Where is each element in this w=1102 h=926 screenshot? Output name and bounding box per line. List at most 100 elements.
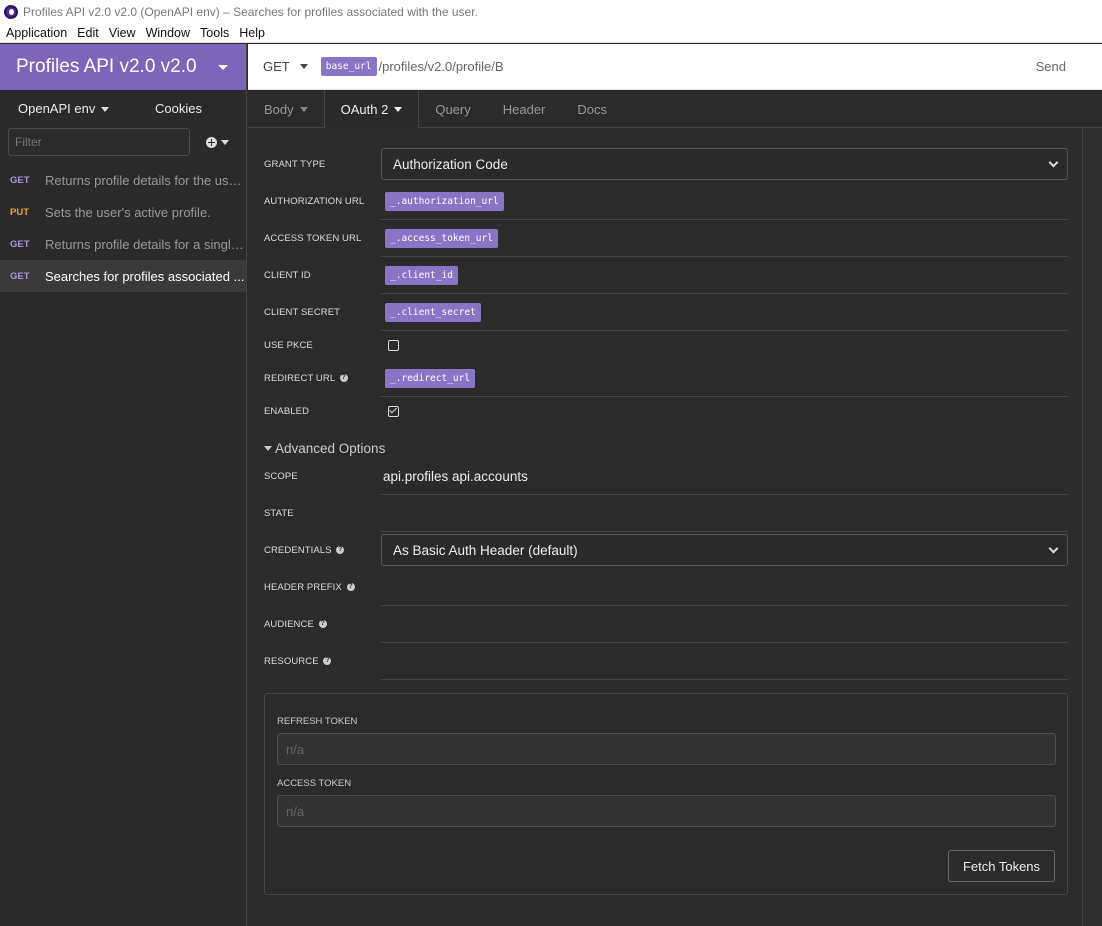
redirect-url-field[interactable]: _.redirect_url xyxy=(381,360,1068,397)
sidebar: Profiles API v2.0 v2.0 OpenAPI env Cooki… xyxy=(0,44,247,926)
redirect-url-tag[interactable]: _.redirect_url xyxy=(385,368,476,388)
tab-body-label: Body xyxy=(264,101,294,117)
menu-help[interactable]: Help xyxy=(239,26,265,40)
tab-docs[interactable]: Docs xyxy=(561,90,623,128)
client-secret-row: CLIENT SECRET _.client_secret xyxy=(264,294,1068,331)
refresh-token-input[interactable]: n/a xyxy=(277,733,1056,765)
plus-circle-icon xyxy=(206,136,217,148)
request-label: Returns profile details for the use... xyxy=(45,172,246,188)
access-token-url-field[interactable]: _.access_token_url xyxy=(381,220,1068,257)
request-item[interactable]: GET Returns profile details for a single… xyxy=(0,228,246,260)
use-pkce-row: USE PKCE xyxy=(264,331,1068,360)
header-prefix-input[interactable] xyxy=(381,569,1068,606)
use-pkce-checkbox[interactable] xyxy=(388,340,399,351)
environment-dropdown[interactable]: OpenAPI env xyxy=(18,100,110,116)
tab-oauth[interactable]: OAuth 2 xyxy=(323,90,420,129)
request-tabs: Body OAuth 2 Query Header Docs xyxy=(248,90,1102,129)
send-button[interactable]: Send xyxy=(1036,59,1066,74)
state-input[interactable] xyxy=(381,495,1068,532)
client-secret-tag[interactable]: _.client_secret xyxy=(385,302,481,322)
resource-label-text: RESOURCE xyxy=(264,656,319,667)
filter-row: Filter xyxy=(0,126,246,158)
resource-row: RESOURCE ? xyxy=(264,643,1068,680)
state-label: STATE xyxy=(264,508,294,519)
authorization-url-label: AUTHORIZATION URL xyxy=(264,196,365,207)
advanced-options-toggle[interactable]: Advanced Options xyxy=(264,441,385,456)
advanced-options-label: Advanced Options xyxy=(275,441,386,456)
chevron-down-icon xyxy=(1048,543,1059,553)
fetch-tokens-button[interactable]: Fetch Tokens xyxy=(948,850,1055,882)
audience-label-text: AUDIENCE xyxy=(264,619,314,630)
request-item-active[interactable]: GET Searches for profiles associated ... xyxy=(0,260,246,292)
url-bar: GET base_url /profiles/v2.0/profile/B Se… xyxy=(248,44,1102,90)
access-token-label: ACCESS TOKEN xyxy=(277,778,352,789)
grant-type-select[interactable]: Authorization Code xyxy=(381,148,1068,180)
add-request-button[interactable] xyxy=(206,136,229,148)
method-dropdown[interactable]: GET xyxy=(263,59,308,74)
url-input[interactable]: /profiles/v2.0/profile/B xyxy=(379,59,504,74)
scrollbar-track[interactable] xyxy=(1083,128,1102,926)
tokens-panel: REFRESH TOKEN n/a ACCESS TOKEN n/a Fetch… xyxy=(264,693,1068,895)
caret-down-icon xyxy=(264,446,272,451)
tab-header[interactable]: Header xyxy=(487,90,562,128)
tab-query[interactable]: Query xyxy=(419,90,486,128)
workspace-dropdown[interactable]: Profiles API v2.0 v2.0 xyxy=(0,44,246,90)
cookies-button[interactable]: Cookies xyxy=(155,101,202,116)
request-label: Returns profile details for a single... xyxy=(45,236,246,252)
request-method: GET xyxy=(10,270,30,282)
method-label: GET xyxy=(263,59,290,74)
chevron-down-icon xyxy=(101,106,110,112)
access-token-url-tag[interactable]: _.access_token_url xyxy=(385,228,498,248)
access-token-url-label: ACCESS TOKEN URL xyxy=(264,233,362,244)
authorization-url-field[interactable]: _.authorization_url xyxy=(381,183,1068,220)
menu-window[interactable]: Window xyxy=(146,26,190,40)
help-icon[interactable]: ? xyxy=(339,374,348,383)
request-method: GET xyxy=(10,238,30,250)
request-label: Searches for profiles associated ... xyxy=(45,268,245,284)
help-icon[interactable]: ? xyxy=(336,545,345,554)
credentials-select[interactable]: As Basic Auth Header (default) xyxy=(381,534,1068,566)
refresh-token-label: REFRESH TOKEN xyxy=(277,716,358,727)
environment-label: OpenAPI env xyxy=(18,100,96,116)
tab-body[interactable]: Body xyxy=(248,90,324,128)
redirect-url-label: REDIRECT URL ? xyxy=(264,373,381,384)
credentials-label: CREDENTIALS ? xyxy=(264,545,381,556)
authorization-url-tag[interactable]: _.authorization_url xyxy=(385,191,504,211)
enabled-row: ENABLED xyxy=(264,397,1068,426)
use-pkce-label: USE PKCE xyxy=(264,340,313,351)
client-id-field[interactable]: _.client_id xyxy=(381,257,1068,294)
help-icon[interactable]: ? xyxy=(323,657,332,666)
chevron-down-icon xyxy=(1048,157,1059,167)
header-prefix-label: HEADER PREFIX ? xyxy=(264,582,381,593)
credentials-row: CREDENTIALS ? As Basic Auth Header (defa… xyxy=(264,534,1068,566)
client-id-tag[interactable]: _.client_id xyxy=(385,265,458,285)
client-secret-field[interactable]: _.client_secret xyxy=(381,294,1068,331)
audience-input[interactable] xyxy=(381,606,1068,643)
redirect-url-label-text: REDIRECT URL xyxy=(264,373,335,384)
client-secret-label: CLIENT SECRET xyxy=(264,307,341,318)
workspace-title: Profiles API v2.0 v2.0 xyxy=(16,56,197,77)
chevron-down-icon xyxy=(394,107,403,112)
header-prefix-label-text: HEADER PREFIX xyxy=(264,582,342,593)
request-method: GET xyxy=(10,174,30,186)
chevron-down-icon xyxy=(221,139,229,145)
help-icon[interactable]: ? xyxy=(346,583,355,592)
help-icon[interactable]: ? xyxy=(318,620,327,629)
access-token-url-row: ACCESS TOKEN URL _.access_token_url xyxy=(264,220,1068,257)
menu-tools[interactable]: Tools xyxy=(200,26,229,40)
grant-type-row: GRANT TYPE Authorization Code xyxy=(264,148,1068,180)
menu-view[interactable]: View xyxy=(109,26,136,40)
access-token-input[interactable]: n/a xyxy=(277,795,1056,827)
scope-input[interactable]: api.profiles api.accounts xyxy=(381,458,1068,495)
request-method: PUT xyxy=(10,206,29,218)
resource-input[interactable] xyxy=(381,643,1068,680)
request-item[interactable]: PUT Sets the user's active profile. xyxy=(0,196,246,228)
filter-input[interactable]: Filter xyxy=(8,128,190,156)
enabled-checkbox[interactable] xyxy=(388,406,399,417)
request-list: GET Returns profile details for the use.… xyxy=(0,164,246,292)
menu-edit[interactable]: Edit xyxy=(77,26,99,40)
client-id-row: CLIENT ID _.client_id xyxy=(264,257,1068,294)
request-item[interactable]: GET Returns profile details for the use.… xyxy=(0,164,246,196)
menu-application[interactable]: Application xyxy=(6,26,67,40)
base-url-tag[interactable]: base_url xyxy=(320,57,377,76)
